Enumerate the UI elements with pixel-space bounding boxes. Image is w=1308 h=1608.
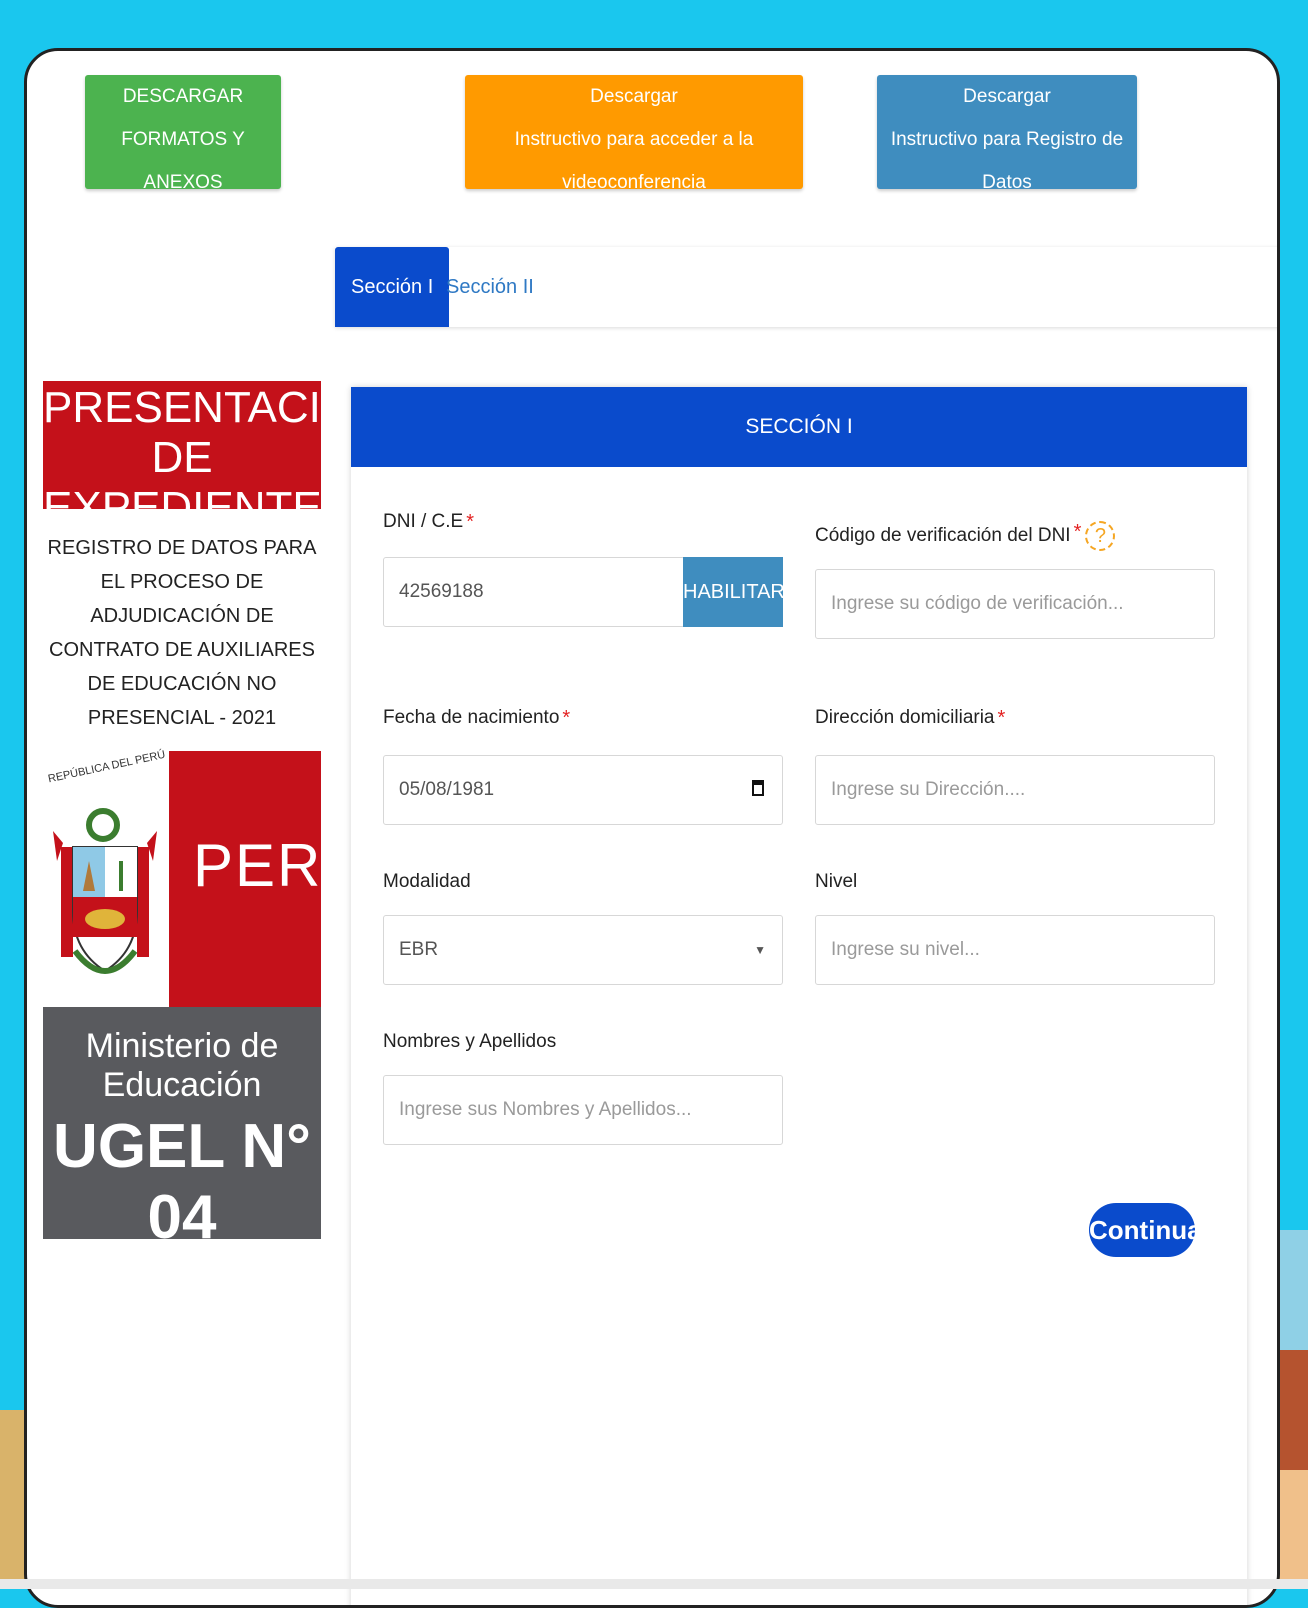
verification-label-text: Código de verificación del DNI [815, 525, 1071, 547]
nombres-input[interactable]: Ingrese sus Nombres y Apellidos... [383, 1075, 783, 1145]
peru-text: PERÚ [193, 832, 368, 899]
required-mark: * [562, 707, 571, 729]
birth-date-input[interactable]: 05/08/1981 [383, 755, 783, 825]
required-mark: * [1073, 521, 1082, 543]
download-videoconference-guide-button[interactable]: Descargar Instructivo para acceder a la … [465, 75, 803, 193]
main-card: DESCARGAR FORMATOS Y ANEXOS Descargar In… [24, 48, 1280, 1608]
horizontal-scrollbar[interactable] [0, 1579, 1308, 1589]
birth-date-value: 05/08/1981 [399, 779, 495, 800]
title-line: PRESENTACIÓN DE [43, 383, 387, 482]
chevron-down-icon: ▼ [754, 943, 766, 957]
address-label-text: Dirección domiciliaria [815, 707, 995, 728]
required-mark: * [466, 511, 475, 533]
modalidad-value: EBR [399, 939, 439, 960]
districts-text: Comas, Carabayllo, Puente Piedra, Ancón … [55, 1271, 309, 1301]
verification-label: Código de verificación del DNI *? [815, 521, 1116, 551]
address-input[interactable]: Ingrese su Dirección.... [815, 755, 1215, 825]
nivel-label: Nivel [815, 871, 858, 892]
dni-label-text: DNI / C.E [383, 511, 464, 532]
ugel-text: UGEL N° 04 [53, 1112, 311, 1252]
coat-of-arms-icon: REPÚBLICA DEL PERÚ [43, 749, 169, 1007]
continue-button[interactable]: Continuar [1089, 1203, 1212, 1257]
section-tabs: Sección I Sección II [335, 247, 1277, 327]
title-line: EXPEDIENTE [43, 483, 322, 532]
modalidad-select[interactable]: EBR ▼ [383, 915, 783, 985]
calendar-icon[interactable] [752, 780, 764, 796]
address-label: Dirección domiciliaria * [815, 707, 1005, 730]
sidebar: PRESENTACIÓN DE EXPEDIENTE REGISTRO DE D… [43, 381, 387, 1301]
button-line: FORMATOS Y ANEXOS [121, 129, 245, 193]
button-line: Instructivo para acceder a la videoconfe… [514, 129, 754, 193]
download-registration-guide-button[interactable]: Descargar Instructivo para Registro de D… [877, 75, 1137, 193]
button-line: DESCARGAR [122, 86, 244, 107]
required-mark: * [997, 707, 1006, 729]
button-line: Descargar [963, 86, 1051, 107]
download-formats-button[interactable]: DESCARGAR FORMATOS Y ANEXOS [85, 75, 281, 193]
form-header: SECCIÓN I [351, 387, 1247, 467]
birth-date-label: Fecha de nacimiento * [383, 707, 570, 730]
presentation-title-banner: PRESENTACIÓN DE EXPEDIENTE [43, 381, 387, 532]
help-icon[interactable]: ? [1085, 521, 1116, 551]
nivel-input[interactable]: Ingrese su nivel... [815, 915, 1215, 985]
tab-seccion-2[interactable]: Sección II [430, 247, 550, 327]
dni-input[interactable]: 42569188 [383, 557, 685, 627]
ugel-panel: Ministerio de Educación UGEL N° 04 Comas… [43, 1007, 321, 1301]
button-line: Descargar [590, 86, 678, 107]
nombres-label: Nombres y Apellidos [383, 1031, 557, 1052]
modalidad-label: Modalidad [383, 871, 471, 892]
dni-label: DNI / C.E * [383, 511, 474, 534]
registration-description: REGISTRO DE DATOS PARA EL PROCESO DE ADJ… [47, 537, 317, 729]
ugel-logo: REPÚBLICA DEL PERÚ PERÚ Ministerio de Ed… [43, 749, 366, 1301]
verification-code-input[interactable]: Ingrese su código de verificación... [815, 569, 1215, 639]
habilitar-button[interactable]: HABILITAR [683, 557, 785, 627]
form-panel: SECCIÓN I DNI / C.E * 42569188 HABILITAR … [351, 387, 1247, 1605]
button-line: Instructivo para Registro de Datos [890, 129, 1124, 193]
ministry-text: Ministerio de Educación [85, 1027, 279, 1104]
birth-label-text: Fecha de nacimiento [383, 707, 560, 728]
